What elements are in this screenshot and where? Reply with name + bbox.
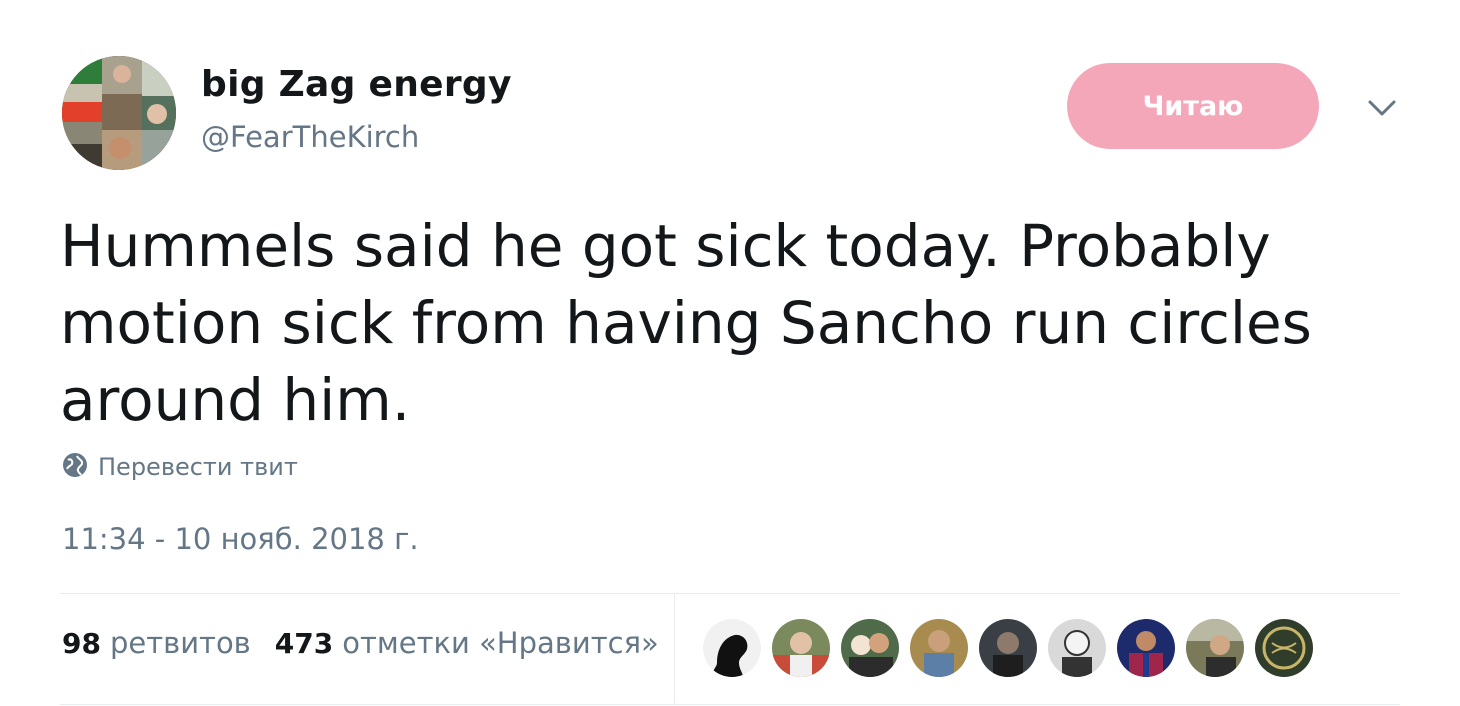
chevron-down-icon <box>1367 98 1397 122</box>
liker-avatar-icon <box>1186 619 1244 677</box>
liker-avatar-icon <box>841 619 899 677</box>
like-count-label: отметки «Нравится» <box>342 626 659 660</box>
liker-avatar-icon <box>1255 619 1313 677</box>
globe-icon <box>62 452 88 482</box>
liker-avatar[interactable] <box>703 619 761 677</box>
divider <box>60 704 1400 705</box>
divider <box>674 594 675 704</box>
divider <box>60 593 1400 594</box>
user-handle[interactable]: @FearTheKirch <box>201 120 419 154</box>
liker-avatar[interactable] <box>1186 619 1244 677</box>
display-name[interactable]: big Zag energy <box>201 64 512 105</box>
tweet-timestamp[interactable]: 11:34 - 10 нояб. 2018 г. <box>62 522 419 556</box>
liker-avatar-icon <box>772 619 830 677</box>
profile-avatar[interactable] <box>62 56 176 170</box>
translate-label: Перевести твит <box>98 453 298 481</box>
like-count[interactable]: 473 отметки «Нравится» <box>275 626 659 660</box>
translate-link[interactable]: Перевести твит <box>62 452 298 482</box>
like-count-value: 473 <box>274 627 334 660</box>
liker-avatar[interactable] <box>910 619 968 677</box>
tweet-stats: 98 ретвитов 473 отметки «Нравится» <box>62 626 659 660</box>
liker-avatar[interactable] <box>979 619 1037 677</box>
liker-avatar-icon <box>1117 619 1175 677</box>
liker-avatar-icon <box>703 619 761 677</box>
liker-avatar[interactable] <box>772 619 830 677</box>
following-button[interactable]: Читаю <box>1067 63 1319 149</box>
liker-avatar[interactable] <box>841 619 899 677</box>
liker-avatar-icon <box>1048 619 1106 677</box>
retweet-count-value: 98 <box>62 627 101 660</box>
liker-avatar[interactable] <box>1048 619 1106 677</box>
liker-avatar[interactable] <box>1255 619 1313 677</box>
likers-avatars <box>703 619 1324 677</box>
liker-avatar-icon <box>979 619 1037 677</box>
liker-avatar[interactable] <box>1117 619 1175 677</box>
tweet-menu-button[interactable] <box>1360 90 1404 130</box>
tweet-text: Hummels said he got sick today. Probably… <box>60 212 1312 434</box>
retweet-count-label: ретвитов <box>109 626 251 660</box>
retweet-count[interactable]: 98 ретвитов <box>62 626 251 660</box>
liker-avatar-icon <box>910 619 968 677</box>
tweet-card: big Zag energy @FearTheKirch Читаю Humme… <box>0 0 1460 706</box>
